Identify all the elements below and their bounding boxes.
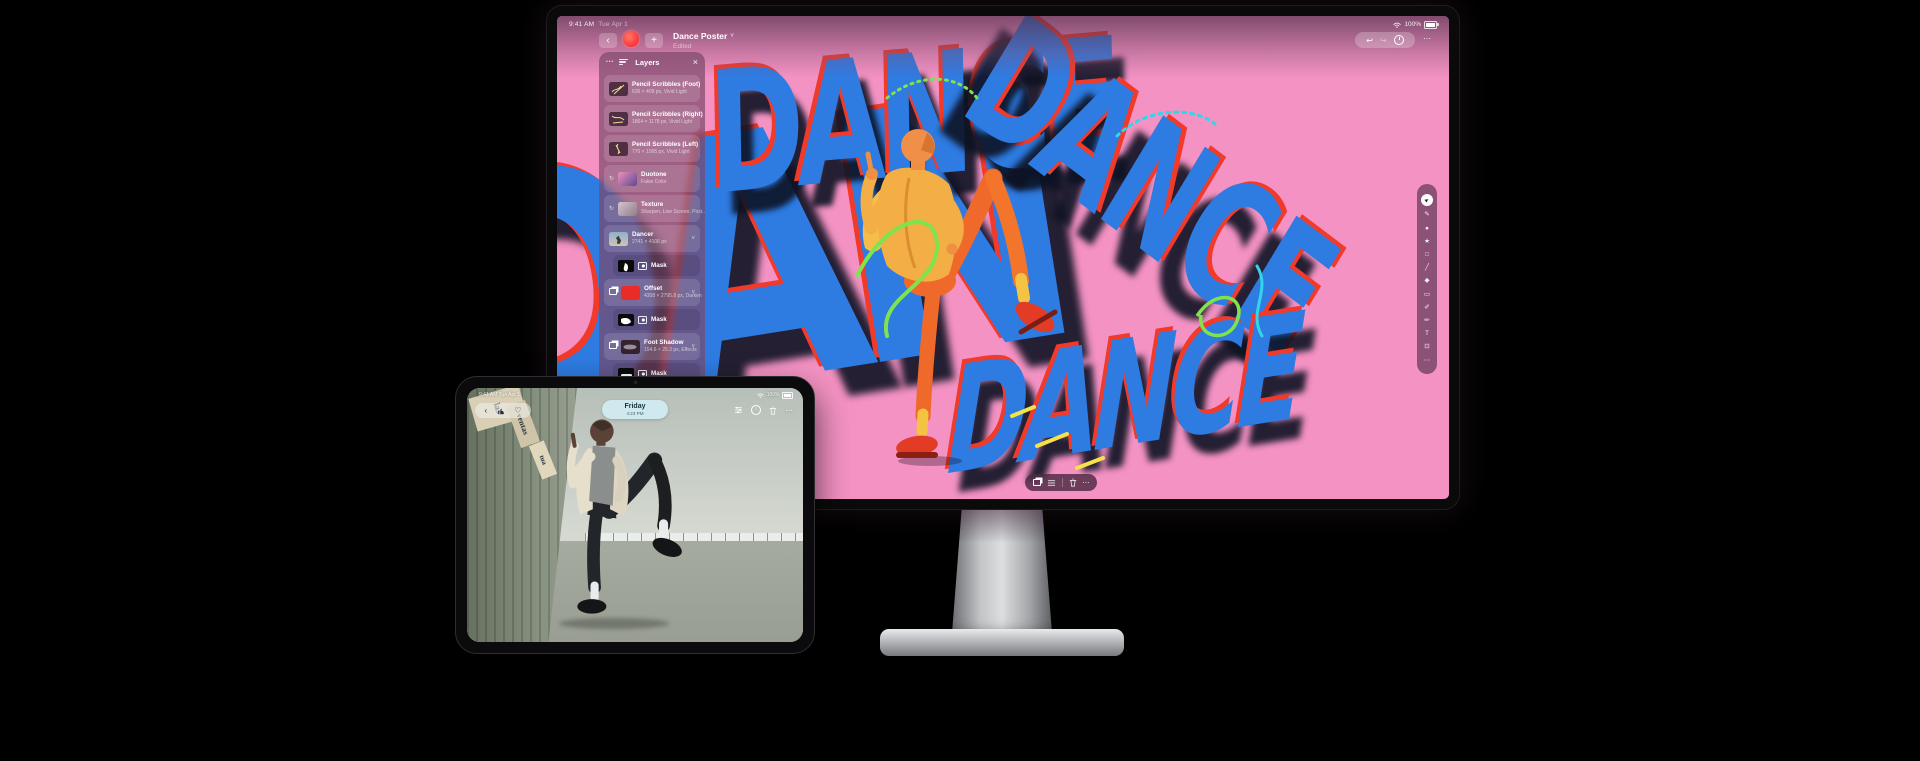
- mask-thumbnail: [618, 314, 634, 326]
- more-icon[interactable]: ⋯: [785, 406, 793, 415]
- layer-row[interactable]: Pencil Scribbles (Right) 1864 × 1178 px,…: [604, 105, 700, 132]
- title-chevron-icon: ˅: [730, 33, 734, 39]
- chevron-down-icon[interactable]: ˅: [691, 236, 695, 242]
- layer-thumbnail: [609, 232, 628, 246]
- smudge-tool[interactable]: ●: [1425, 226, 1429, 233]
- ipad-screen: las ventas tua: [467, 388, 803, 642]
- date-pill[interactable]: Friday 4:23 PM: [602, 400, 668, 419]
- poster-dancer-figure: [825, 116, 1085, 476]
- layer-row[interactable]: Pencil Scribbles (Left) 770 × 1995 px, V…: [604, 135, 700, 162]
- history-dial-icon[interactable]: [1394, 35, 1404, 45]
- eraser-tool[interactable]: ◆: [1425, 278, 1430, 285]
- add-button[interactable]: +: [645, 33, 663, 48]
- select-tool[interactable]: □: [1425, 252, 1429, 259]
- ipad-camera: [634, 381, 637, 384]
- layout-icon[interactable]: [1047, 479, 1056, 487]
- more-tools-button[interactable]: ⋯: [1424, 358, 1431, 365]
- layer-row[interactable]: ↻ Duotone False Color: [604, 165, 700, 192]
- ipad-status-right: 100%: [757, 392, 793, 399]
- mask-icon: [638, 316, 647, 324]
- layer-thumbnail: [618, 202, 637, 216]
- mask-row[interactable]: Mask: [613, 255, 700, 276]
- more-options-button[interactable]: ⋯: [1423, 34, 1431, 43]
- info-icon[interactable]: i: [751, 405, 761, 415]
- app-color-button[interactable]: [623, 31, 639, 47]
- battery-icon: [782, 392, 793, 399]
- toolbar-divider: [1062, 478, 1063, 487]
- date-pill-day: Friday: [624, 403, 645, 411]
- document-status: Edited: [673, 43, 691, 50]
- layers-panel-header: ••• Layers ×: [599, 52, 705, 72]
- ipad-battery-percent: 100%: [767, 392, 780, 398]
- layer-row[interactable]: ↻ Texture Sharpen, Line Screen, Post...: [604, 195, 700, 222]
- crop-tool[interactable]: ⊡: [1424, 344, 1429, 351]
- document-title[interactable]: Dance Poster ˅: [673, 31, 734, 41]
- group-badge-icon: [609, 342, 617, 351]
- text-tool[interactable]: T: [1425, 331, 1429, 338]
- move-tool[interactable]: ▸: [1421, 194, 1433, 206]
- effect-badge-icon: ↻: [609, 175, 614, 182]
- mask-row[interactable]: Mask: [613, 309, 700, 330]
- layer-thumbnail: [609, 142, 628, 156]
- chevron-down-icon[interactable]: ˅: [691, 290, 695, 296]
- canvases-icon[interactable]: [1033, 479, 1041, 486]
- line-tool[interactable]: ╱: [1425, 265, 1429, 272]
- ipad-action-icons: i ⋯: [734, 405, 793, 415]
- battery-percent: 100%: [1404, 21, 1421, 28]
- mask-thumbnail: [618, 260, 634, 272]
- ipad-nav-pill: ‹ ♡: [475, 403, 531, 418]
- close-panel-button[interactable]: ×: [693, 57, 698, 67]
- filter-icon[interactable]: [619, 57, 628, 67]
- photo-dancer-figure: [515, 404, 725, 640]
- mask-icon: [638, 262, 647, 270]
- display-clock: 9:41 AM: [569, 21, 594, 28]
- panel-more-button[interactable]: •••: [606, 59, 614, 65]
- thumbs-up-icon[interactable]: [497, 407, 505, 415]
- shapes-tool[interactable]: ★: [1424, 239, 1430, 246]
- layer-thumbnail: [609, 112, 628, 126]
- display-stand-neck: [952, 505, 1052, 633]
- wifi-icon: [1393, 22, 1401, 28]
- fill-tool[interactable]: ✐: [1424, 305, 1429, 312]
- layer-row[interactable]: Pencil Scribbles (Foot) 636 × 409 px, Vi…: [604, 75, 700, 102]
- group-badge-icon: [609, 288, 617, 297]
- back-button[interactable]: ‹: [485, 406, 488, 415]
- date-pill-time: 4:23 PM: [626, 411, 643, 416]
- more-icon[interactable]: ⋯: [1083, 479, 1090, 487]
- layer-thumbnail: [609, 82, 628, 96]
- tool-strip: ▸ ✎ ● ★ □ ╱ ◆ ▭ ✐ ✏ T ⊡ ⋯: [1417, 184, 1437, 374]
- undo-button[interactable]: ↩: [1366, 36, 1373, 45]
- redo-button[interactable]: ↪: [1380, 36, 1387, 45]
- layer-thumbnail: [621, 286, 640, 300]
- layers-panel-title: Layers: [635, 58, 659, 67]
- layer-row[interactable]: Dancer 2741 × 4106 px ˅: [604, 225, 700, 252]
- display-status-right: 100%: [1393, 21, 1437, 29]
- layer-row[interactable]: Foot Shadow 154.6 × 25.3 px, Effects ˅: [604, 333, 700, 360]
- pencil-tool[interactable]: ✏: [1424, 318, 1429, 325]
- battery-icon: [1424, 21, 1437, 29]
- ipad: las ventas tua: [455, 376, 815, 654]
- effect-badge-icon: ↻: [609, 205, 614, 212]
- chevron-down-icon[interactable]: ˅: [691, 344, 695, 350]
- layer-thumbnail: [621, 340, 640, 354]
- scene: DAN DANCE DANCE DANCE: [0, 0, 1920, 761]
- wifi-icon: [757, 393, 764, 398]
- display-status-left: 9:41 AM Tue Apr 1: [569, 21, 628, 28]
- adjustments-icon[interactable]: [734, 406, 743, 414]
- display-stand-base: [880, 629, 1124, 656]
- trash-icon[interactable]: [769, 406, 777, 415]
- pixel-eraser-tool[interactable]: ▭: [1424, 292, 1430, 299]
- ipad-status-left: 9:41 AM Tue Apr 1: [479, 392, 520, 398]
- canvas-bottom-toolbar: ⋯: [1025, 474, 1097, 491]
- layer-row[interactable]: Offset 4308 × 2795.8 px, Darken ˅: [604, 279, 700, 306]
- display-date: Tue Apr 1: [598, 21, 628, 28]
- back-button[interactable]: ‹: [599, 33, 617, 48]
- trash-icon[interactable]: [1069, 478, 1077, 487]
- favorite-heart-icon[interactable]: ♡: [514, 406, 521, 415]
- brush-tool[interactable]: ✎: [1424, 212, 1429, 219]
- quick-actions-pill: ↩ ↪: [1355, 32, 1415, 48]
- layer-thumbnail: [618, 172, 637, 186]
